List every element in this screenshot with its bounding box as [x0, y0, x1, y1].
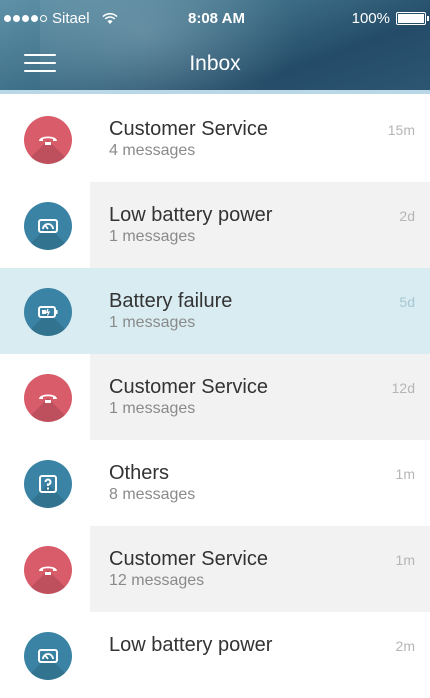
message-title: Others [109, 462, 170, 484]
message-count: 8 messages [109, 486, 196, 503]
message-time: 5d [399, 294, 415, 310]
battery-status: 100% [351, 10, 429, 27]
handset-icon [24, 374, 72, 422]
status-time: 8:08 AM [188, 10, 245, 27]
message-time: 2d [399, 208, 415, 224]
page-title: Inbox [189, 52, 241, 75]
battery-percent: 100% [351, 10, 390, 27]
message-time: 2m [395, 638, 415, 654]
message-title: Customer Service [109, 376, 268, 398]
message-title: Low battery power [109, 634, 273, 656]
message-time: 1m [395, 552, 415, 568]
battery-icon [24, 288, 72, 336]
message-time: 12d [391, 380, 415, 396]
low-battery-gauge-icon [24, 202, 72, 250]
handset-icon [24, 116, 72, 164]
list-item[interactable]: Customer Service 1 messages 12d [0, 354, 430, 440]
message-time: 15m [387, 122, 415, 138]
wifi-icon [101, 12, 118, 24]
message-title: Low battery power [109, 204, 273, 226]
app-header: Sitael 8:08 AM 100% Inbox [0, 0, 430, 94]
list-item[interactable]: Low battery power 2m [0, 612, 430, 698]
message-title: Customer Service [109, 548, 268, 570]
list-item[interactable]: Low battery power 1 messages 2d [0, 182, 430, 268]
message-count: 12 messages [109, 572, 205, 589]
message-title: Battery failure [109, 290, 233, 312]
carrier-name: Sitael [52, 10, 90, 27]
message-count: 4 messages [109, 142, 196, 159]
message-count: 1 messages [109, 228, 196, 245]
message-count: 1 messages [109, 314, 196, 331]
list-item[interactable]: Customer Service 4 messages 15m [0, 96, 430, 182]
low-battery-gauge-icon [24, 632, 72, 680]
handset-icon [24, 546, 72, 594]
list-item[interactable]: Battery failure 1 messages 5d [0, 268, 430, 354]
list-item[interactable]: Others 8 messages 1m [0, 440, 430, 526]
message-time: 1m [395, 466, 415, 482]
carrier-signal: Sitael [4, 10, 118, 27]
status-bar: Sitael 8:08 AM 100% [0, 0, 430, 40]
question-icon [24, 460, 72, 508]
signal-strength-icon [4, 15, 49, 22]
message-count: 1 messages [109, 400, 196, 417]
inbox-list: Customer Service 4 messages 15m Low batt… [0, 96, 430, 698]
message-title: Customer Service [109, 118, 268, 140]
list-item[interactable]: Customer Service 12 messages 1m [0, 526, 430, 612]
battery-status-icon [396, 12, 429, 25]
